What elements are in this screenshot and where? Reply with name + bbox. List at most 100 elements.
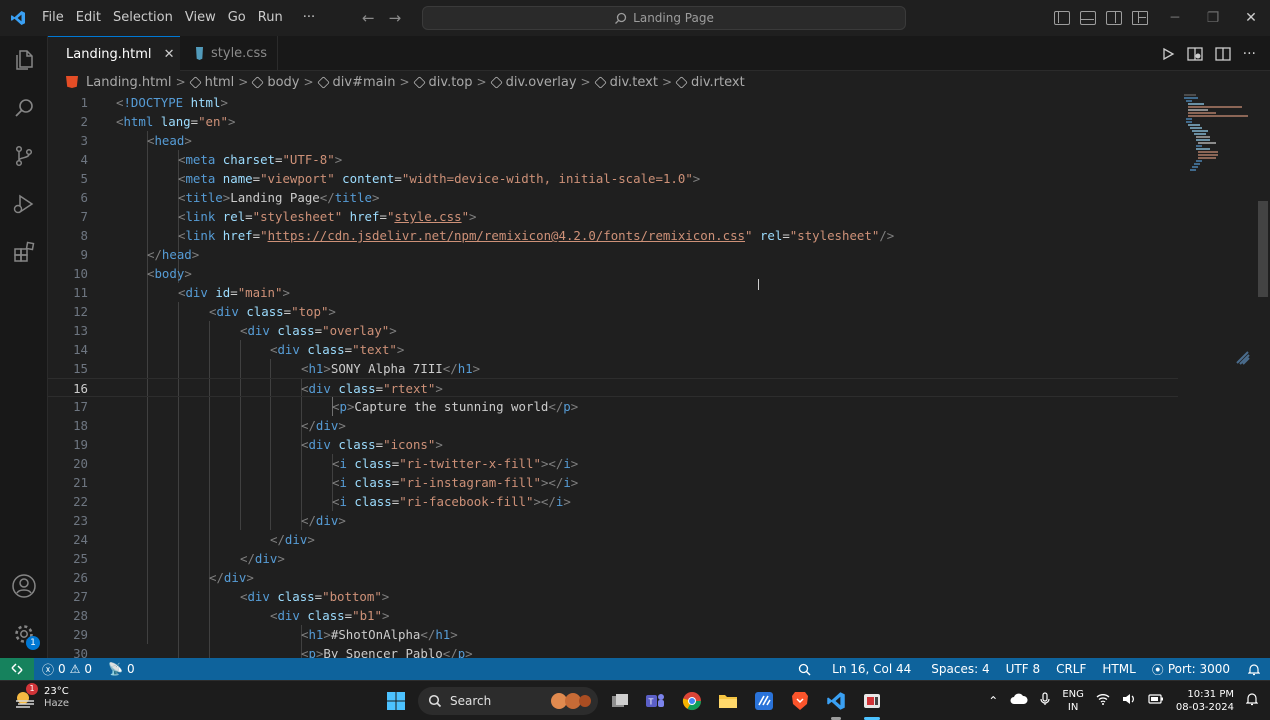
windows-start-icon[interactable]: [384, 689, 408, 713]
line-ending[interactable]: CRLF: [1048, 658, 1094, 680]
taskbar-search[interactable]: Search: [418, 687, 598, 715]
manage-gear-icon[interactable]: 1: [0, 610, 48, 658]
code-line: 30 <p>By Spencer Pablo</p>: [73, 646, 473, 658]
vertical-scrollbar[interactable]: [1256, 93, 1270, 658]
split-editor-icon[interactable]: [1214, 46, 1231, 61]
menu-selection[interactable]: Selection: [107, 0, 179, 36]
run-and-debug-icon[interactable]: [0, 180, 48, 228]
minimize-icon[interactable]: ─: [1156, 0, 1194, 36]
code-line: 20 <i class="ri-twitter-x-fill"></i>: [73, 456, 579, 471]
menu-go[interactable]: Go: [222, 0, 252, 36]
editor-actions: ···: [1161, 36, 1256, 71]
teams-icon[interactable]: T: [643, 689, 667, 713]
title-bar: File Edit Selection View Go Run ··· ← → …: [0, 0, 1270, 36]
command-center[interactable]: Landing Page: [422, 6, 906, 30]
error-icon: ⓧ: [42, 662, 55, 677]
task-view-icon[interactable]: [608, 689, 632, 713]
warning-icon: ⚠: [69, 662, 81, 676]
breadcrumb-body[interactable]: body: [251, 75, 299, 90]
customize-layout-icon[interactable]: [1132, 11, 1148, 25]
source-control-icon[interactable]: [0, 132, 48, 180]
weather-temp: 23°C: [44, 686, 69, 697]
zoom-icon[interactable]: [788, 658, 820, 680]
run-icon[interactable]: [1161, 47, 1175, 61]
toggle-primary-sidebar-icon[interactable]: [1054, 11, 1070, 25]
weather-widget[interactable]: 1 23°C Haze: [12, 683, 69, 711]
toggle-panel-icon[interactable]: [1080, 11, 1096, 25]
arrow-right-icon[interactable]: →: [389, 9, 402, 27]
remote-indicator-icon[interactable]: [0, 658, 34, 680]
breadcrumb-div-top[interactable]: div.top: [412, 75, 473, 90]
scrollbar-thumb[interactable]: [1258, 201, 1268, 297]
problems-indicator[interactable]: ⓧ 0 ⚠ 0: [34, 658, 100, 680]
close-icon[interactable]: ✕: [164, 47, 175, 62]
live-server-port[interactable]: ⦿ Port: 3000: [1144, 658, 1238, 680]
breadcrumb-div-text[interactable]: div.text: [593, 75, 658, 90]
arrow-left-icon[interactable]: ←: [362, 9, 375, 27]
chevron-right-icon: >: [175, 75, 186, 89]
minimap[interactable]: [1182, 93, 1252, 173]
cursor-position[interactable]: Ln 16, Col 44: [820, 658, 923, 680]
chrome-icon[interactable]: [680, 689, 704, 713]
breadcrumb-html[interactable]: html: [188, 75, 234, 90]
menu-view[interactable]: View: [179, 0, 222, 36]
code-line: 9 </head>: [80, 247, 200, 262]
language-mode[interactable]: HTML: [1094, 658, 1143, 680]
ports-indicator[interactable]: 📡 0: [100, 658, 143, 680]
close-window-icon[interactable]: ✕: [1232, 0, 1270, 36]
chevron-right-icon: >: [399, 75, 410, 89]
code-line: 18 </div>: [73, 418, 346, 433]
open-changes-icon[interactable]: [1186, 46, 1203, 61]
chevron-right-icon: >: [476, 75, 487, 89]
code-line: 10 <body>: [73, 266, 192, 281]
breadcrumb-file[interactable]: Landing.html: [66, 75, 172, 90]
file-explorer-icon[interactable]: [716, 689, 740, 713]
more-actions-icon[interactable]: ···: [1243, 46, 1256, 62]
breadcrumb: Landing.html > html > body > div#main > …: [48, 71, 1270, 93]
clock[interactable]: 10:31 PM 08-03-2024: [1170, 688, 1240, 714]
tab-landing-html[interactable]: Landing.html ✕: [48, 36, 180, 71]
encoding[interactable]: UTF 8: [998, 658, 1048, 680]
window-controls: ─ ❐ ✕: [1156, 0, 1270, 36]
code-line: 3 <head>: [80, 133, 192, 148]
volume-icon[interactable]: [1116, 693, 1142, 709]
show-hidden-icons-chevron-up-icon[interactable]: ⌃: [982, 694, 1004, 708]
notifications-bell-icon[interactable]: [1238, 658, 1270, 680]
menu-edit[interactable]: Edit: [70, 0, 107, 36]
onedrive-cloud-icon[interactable]: [1004, 693, 1034, 709]
navigation-arrows: ← →: [362, 0, 401, 36]
explorer-icon[interactable]: [0, 36, 48, 84]
indentation[interactable]: Spaces: 4: [923, 658, 997, 680]
tab-label: Landing.html: [66, 46, 152, 62]
copilot-icon[interactable]: [1234, 349, 1252, 367]
maximize-icon[interactable]: ❐: [1194, 0, 1232, 36]
menu-file[interactable]: File: [36, 0, 70, 36]
extensions-icon[interactable]: [0, 228, 48, 276]
code-line: 28 <div class="b1">: [73, 608, 390, 623]
code-editor[interactable]: 1 <!DOCTYPE html> 2 <html lang="en"> 3 <hea…: [48, 93, 1270, 658]
layout-controls: [1054, 0, 1148, 36]
accounts-icon[interactable]: [0, 562, 48, 610]
element-icon: [489, 75, 503, 89]
vscode-logo-icon: [0, 0, 36, 36]
element-icon: [188, 75, 202, 89]
breadcrumb-div-rtext[interactable]: div.rtext: [675, 75, 745, 90]
toggle-secondary-sidebar-icon[interactable]: [1106, 11, 1122, 25]
notification-bell-icon[interactable]: [1240, 692, 1270, 710]
breadcrumb-div-overlay[interactable]: div.overlay: [489, 75, 577, 90]
vscode-taskbar-icon[interactable]: [824, 689, 848, 720]
brave-browser-icon[interactable]: [788, 689, 812, 713]
recorder-app-icon[interactable]: [860, 689, 884, 720]
microphone-icon[interactable]: [1034, 692, 1056, 710]
language-indicator[interactable]: ENG IN: [1056, 688, 1090, 714]
code-editor-app-icon[interactable]: [752, 689, 776, 713]
battery-icon[interactable]: [1142, 694, 1170, 708]
tab-style-css[interactable]: style.css: [180, 36, 278, 71]
menu-more[interactable]: ···: [289, 0, 321, 36]
search-icon[interactable]: [0, 84, 48, 132]
svg-text:T: T: [648, 698, 654, 707]
wifi-icon[interactable]: [1090, 693, 1116, 709]
breadcrumb-div-main[interactable]: div#main: [316, 75, 395, 90]
menu-run[interactable]: Run: [252, 0, 289, 36]
code-line: 15 <h1>SONY Alpha 7III</h1>: [73, 361, 481, 376]
